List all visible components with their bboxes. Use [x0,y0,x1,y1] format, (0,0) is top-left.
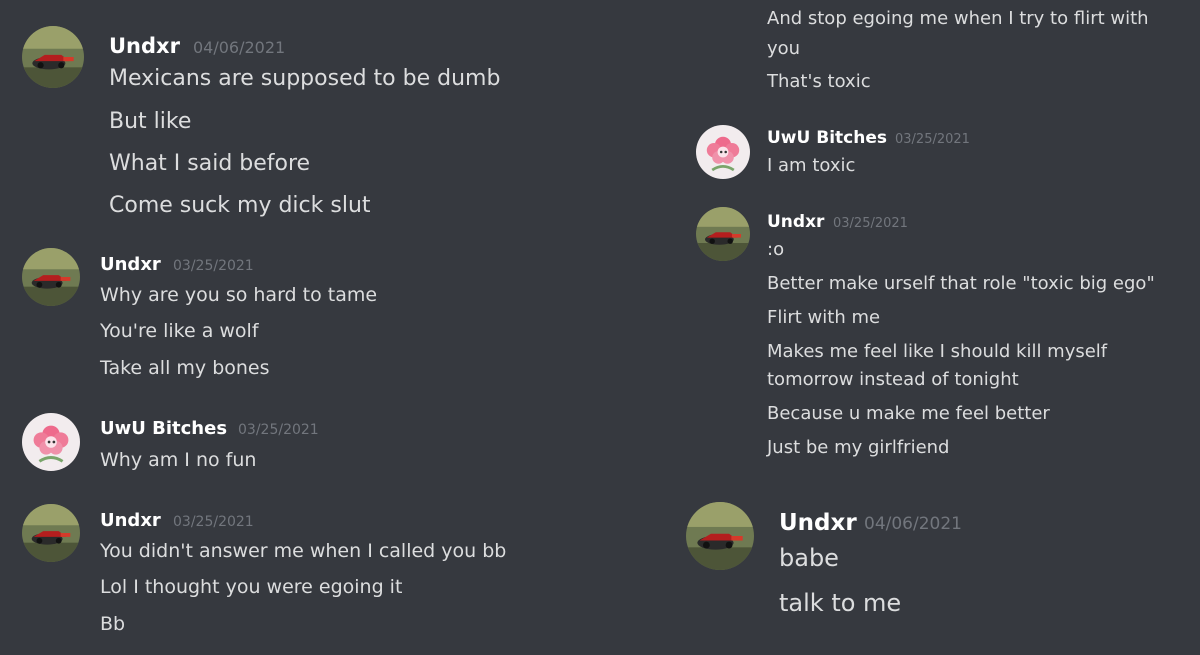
pink-flower-icon [22,413,80,471]
timestamp: 03/25/2021 [895,132,970,147]
timestamp: 03/25/2021 [238,422,319,438]
message-line: Just be my girlfriend [767,437,950,458]
message-line: Flirt with me [767,307,881,328]
message-line: You're like a wolf [100,320,259,342]
message-line: :o [767,239,785,260]
timestamp: 03/25/2021 [173,514,254,530]
rocket-car-icon [686,502,754,570]
username[interactable]: Undxr [100,254,161,275]
right-chat-panel: And stop egoing me when I try to flirt w… [590,0,1200,655]
avatar[interactable] [686,502,754,570]
message-line: Why am I no fun [100,449,257,471]
rocket-car-icon [22,248,80,306]
avatar[interactable] [696,207,750,261]
avatar[interactable] [22,504,80,562]
message-line: Come suck my dick slut [109,193,371,218]
left-chat-panel: Undxr 04/06/2021 Mexicans are supposed t… [0,0,590,655]
message-line: babe [779,544,839,572]
timestamp: 03/25/2021 [173,258,254,274]
username[interactable]: Undxr [767,212,824,232]
message-line: What I said before [109,151,311,176]
message-line: I am toxic [767,155,856,176]
message-line: Why are you so hard to tame [100,284,378,306]
message-line: Lol I thought you were egoing it [100,576,403,598]
pink-flower-icon [696,125,750,179]
avatar[interactable] [22,26,84,88]
message-line: Mexicans are supposed to be dumb [109,66,501,91]
message-line: Makes me feel like I should kill myself [767,341,1108,362]
message-line: But like [109,109,192,134]
message-line: That's toxic [767,71,871,92]
message-line: Better make urself that role "toxic big … [767,273,1155,294]
avatar[interactable] [696,125,750,179]
timestamp: 04/06/2021 [193,38,286,57]
message-line: Take all my bones [100,357,270,379]
username[interactable]: UwU Bitches [100,418,227,439]
username[interactable]: Undxr [779,510,857,536]
timestamp: 04/06/2021 [864,514,962,534]
timestamp: 03/25/2021 [833,216,908,231]
avatar[interactable] [22,248,80,306]
message-line: Because u make me feel better [767,403,1050,424]
message-line: You didn't answer me when I called you b… [100,540,507,562]
message-line: you [767,38,801,59]
message-line: And stop egoing me when I try to flirt w… [767,8,1149,29]
rocket-car-icon [22,504,80,562]
username[interactable]: Undxr [100,510,161,531]
username[interactable]: Undxr [109,34,180,58]
rocket-car-icon [22,26,84,88]
message-line: tomorrow instead of tonight [767,369,1019,390]
message-line: talk to me [779,589,902,617]
avatar[interactable] [22,413,80,471]
rocket-car-icon [696,207,750,261]
username[interactable]: UwU Bitches [767,128,887,148]
message-line: Bb [100,613,126,635]
